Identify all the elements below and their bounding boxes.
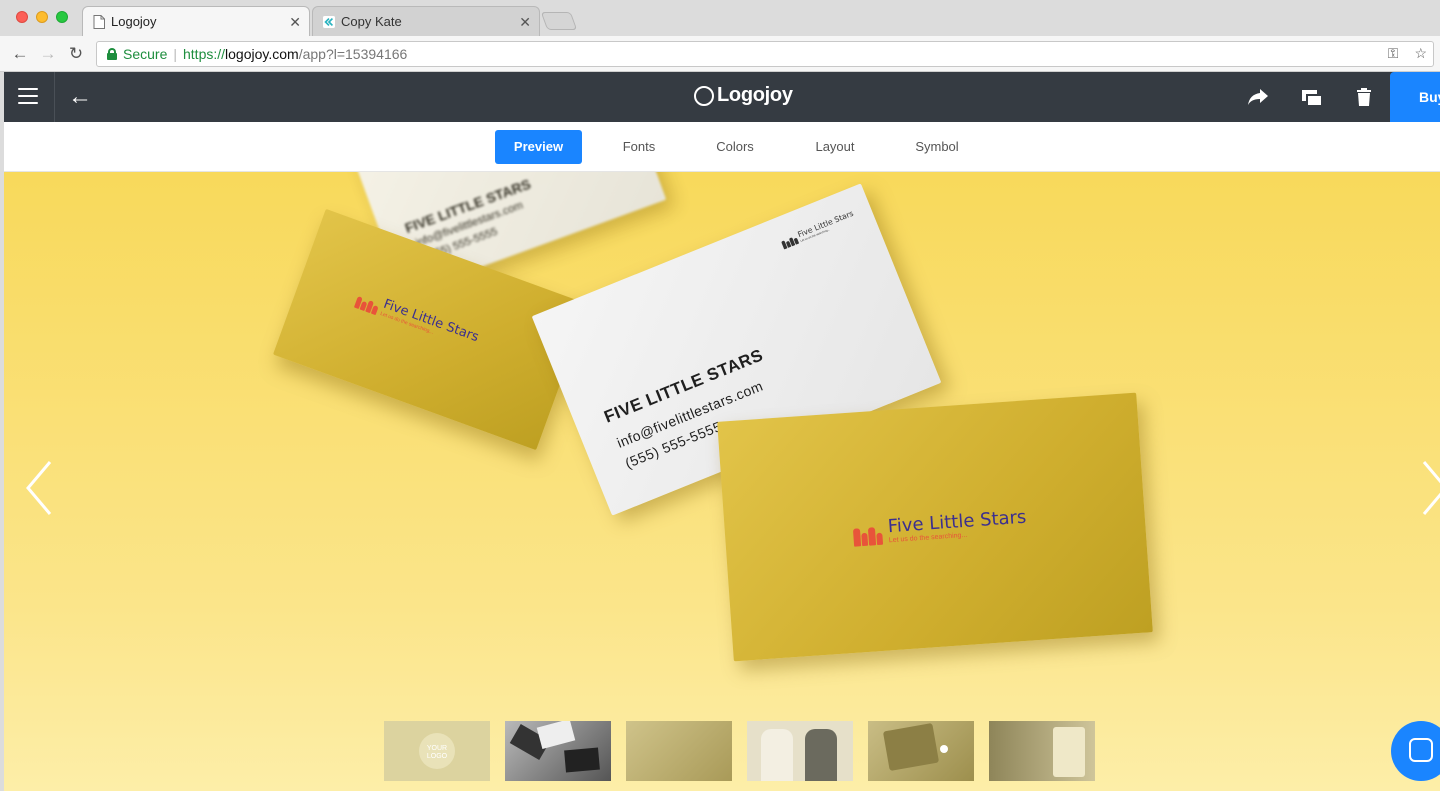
mockup-thumbnail-strip: YOUR LOGO xyxy=(384,721,1095,781)
tab-preview[interactable]: Preview xyxy=(495,130,582,164)
maximize-window-button[interactable] xyxy=(56,11,68,23)
browser-tab-copy-kate[interactable]: Copy Kate ✕ xyxy=(312,6,540,36)
close-window-button[interactable] xyxy=(16,11,28,23)
tab-symbol[interactable]: Symbol xyxy=(906,130,968,164)
page-icon xyxy=(93,15,105,29)
back-icon[interactable]: ← xyxy=(10,44,30,64)
minimize-window-button[interactable] xyxy=(36,11,48,23)
thumbnail-business-cards[interactable] xyxy=(505,721,611,781)
shirt-shape xyxy=(761,729,793,781)
chevron-left-icon xyxy=(26,461,52,515)
url-path: /app?l=15394166 xyxy=(298,46,408,62)
previous-slide-arrow[interactable] xyxy=(24,458,54,518)
tab-layout[interactable]: Layout xyxy=(804,130,866,164)
back-arrow-icon[interactable]: ← xyxy=(68,83,92,111)
menu-icon[interactable] xyxy=(18,88,38,106)
sign-shape xyxy=(1053,727,1085,777)
shirt-shape xyxy=(805,729,837,781)
family-icon xyxy=(781,236,800,250)
logojoy-ring-icon xyxy=(694,85,714,106)
family-icon xyxy=(353,296,380,316)
tab-title: Copy Kate xyxy=(341,14,402,29)
buy-button[interactable]: Buy xyxy=(1390,72,1440,122)
share-icon[interactable] xyxy=(1247,88,1269,106)
thumbnail-tablet[interactable] xyxy=(868,721,974,781)
bookmark-star-icon[interactable]: ☆ xyxy=(1414,45,1427,62)
duplicate-icon[interactable] xyxy=(1301,89,1323,107)
tablet-shape xyxy=(882,722,940,772)
card-shape xyxy=(536,721,576,750)
family-icon xyxy=(852,527,884,547)
divider xyxy=(54,72,55,122)
new-tab-button[interactable] xyxy=(540,12,578,30)
separator: | xyxy=(173,46,177,62)
reload-icon[interactable]: ↻ xyxy=(66,44,86,64)
thumbnail-letterhead[interactable] xyxy=(626,721,732,781)
brand-name: Logojoy xyxy=(717,84,793,106)
brand-logo[interactable]: Logojoy xyxy=(694,84,793,107)
forward-icon[interactable]: → xyxy=(38,44,58,64)
thumbnail-your-logo[interactable]: YOUR LOGO xyxy=(384,721,490,781)
thumbnail-storefront[interactable] xyxy=(989,721,1095,781)
card-shape xyxy=(564,747,600,773)
tab-fonts[interactable]: Fonts xyxy=(608,130,670,164)
your-logo-placeholder: YOUR LOGO xyxy=(419,733,455,769)
browser-toolbar: ← → ↻ Secure | https://logojoy.com/app?l… xyxy=(0,36,1440,72)
tab-colors[interactable]: Colors xyxy=(704,130,766,164)
security-label: Secure xyxy=(123,46,168,62)
card-logo: Five Little Stars Let us do the searchin… xyxy=(353,288,481,351)
chevron-right-icon xyxy=(1422,461,1440,515)
url-scheme: https:// xyxy=(183,46,226,62)
card-logo: Five Little Stars Let us do the searchin… xyxy=(852,507,1027,547)
editor-tabs: Preview Fonts Colors Layout Symbol xyxy=(4,122,1440,172)
copy-kate-icon xyxy=(323,16,335,28)
earbud-shape xyxy=(940,745,948,753)
chat-launcher-button[interactable] xyxy=(1391,721,1440,781)
next-slide-arrow[interactable] xyxy=(1420,458,1440,518)
app-header: ← Logojoy Buy xyxy=(4,72,1440,122)
tab-title: Logojoy xyxy=(111,14,157,29)
close-tab-icon[interactable]: ✕ xyxy=(519,14,531,31)
trash-icon[interactable] xyxy=(1356,88,1372,106)
browser-tab-bar: Logojoy ✕ Copy Kate ✕ xyxy=(0,0,1440,36)
chat-icon xyxy=(1409,738,1433,762)
card-logo-dark: Five Little Stars Let us do the searchin… xyxy=(780,209,857,250)
address-bar[interactable]: Secure | https://logojoy.com/app?l=15394… xyxy=(96,41,1434,67)
business-card-front-right: Five Little Stars Let us do the searchin… xyxy=(717,392,1153,662)
close-tab-icon[interactable]: ✕ xyxy=(289,14,301,31)
url-host: logojoy.com xyxy=(225,46,299,62)
thumbnail-tshirts[interactable] xyxy=(747,721,853,781)
browser-tab-logojoy[interactable]: Logojoy ✕ xyxy=(82,6,310,36)
key-icon[interactable]: ⚿ xyxy=(1388,45,1399,62)
lock-icon xyxy=(107,48,117,60)
mockup-preview-stage: FIVE LITTLE STARS info@fivelittlestars.c… xyxy=(4,172,1440,791)
